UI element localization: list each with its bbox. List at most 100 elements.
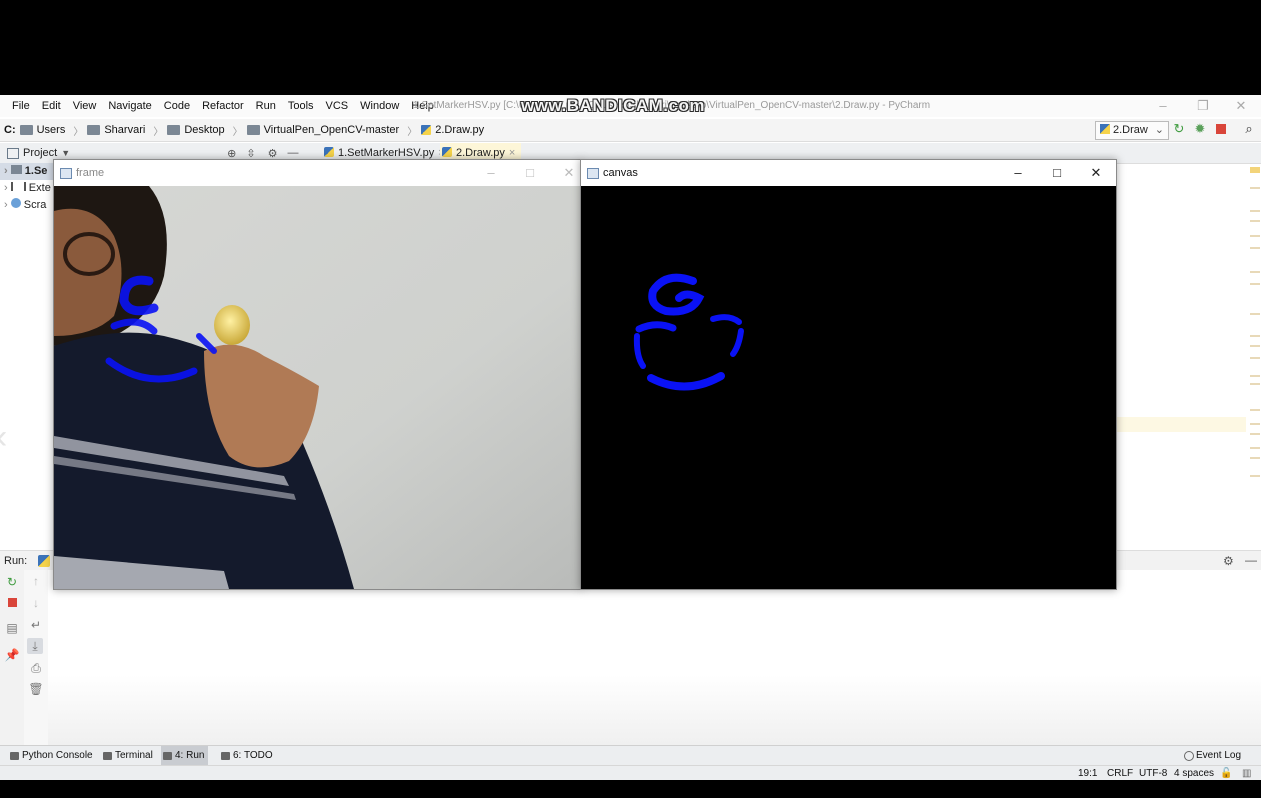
- menu-vcs[interactable]: VCS: [320, 100, 355, 112]
- chevron-right-icon: 〉: [232, 126, 243, 138]
- python-icon: [1100, 124, 1110, 134]
- locate-icon[interactable]: ⊕: [227, 147, 236, 160]
- layout-icon[interactable]: ▤: [4, 620, 20, 636]
- breadcrumb-label: Users: [36, 124, 66, 136]
- breadcrumb-desktop[interactable]: Desktop: [167, 124, 225, 136]
- file-encoding[interactable]: UTF-8: [1139, 766, 1167, 780]
- terminal-tab[interactable]: Terminal: [101, 746, 153, 766]
- menu-refactor[interactable]: Refactor: [196, 100, 250, 112]
- run-console-output[interactable]: [48, 570, 1261, 745]
- restore-icon[interactable]: ❐: [1194, 98, 1212, 114]
- search-icon[interactable]: ⌕: [1242, 122, 1256, 136]
- todo-tab[interactable]: 6: TODO: [219, 746, 273, 766]
- close-icon[interactable]: ✕: [559, 164, 579, 182]
- run-tab[interactable]: 4: Run: [161, 746, 209, 766]
- menu-tools[interactable]: Tools: [282, 100, 320, 112]
- folder-icon: [19, 125, 33, 135]
- minimize-icon[interactable]: –: [1154, 98, 1172, 114]
- pin-icon[interactable]: 📌: [4, 647, 20, 663]
- drawing-canvas[interactable]: [581, 186, 1116, 589]
- scratches-icon: [10, 198, 21, 208]
- menu-navigate[interactable]: Navigate: [102, 100, 157, 112]
- menu-edit[interactable]: Edit: [36, 100, 67, 112]
- menu-view[interactable]: View: [67, 100, 103, 112]
- trash-icon[interactable]: 🗑: [28, 681, 44, 697]
- minimize-icon[interactable]: –: [1008, 164, 1028, 182]
- tool-window-bar: Python Console Terminal 4: Run 6: TODO E…: [0, 745, 1261, 766]
- minimize-icon[interactable]: –: [481, 164, 501, 182]
- gear-icon[interactable]: ⚙: [1223, 554, 1234, 568]
- python-console-icon: [10, 752, 19, 760]
- terminal-icon: [103, 752, 112, 760]
- gear-icon[interactable]: ⚙: [268, 147, 278, 160]
- run-toolbar-primary: ↻ ▤ 📌: [0, 570, 25, 745]
- tab-label: Event Log: [1196, 750, 1242, 761]
- canvas-title: canvas: [603, 167, 638, 179]
- frame-titlebar[interactable]: frame – □ ✕: [54, 160, 581, 186]
- tree-item[interactable]: › Exte: [0, 180, 60, 197]
- scroll-to-end-icon[interactable]: ⤓: [27, 638, 43, 654]
- breadcrumb-label: Desktop: [184, 124, 225, 136]
- editor-error-stripes[interactable]: [1246, 165, 1261, 525]
- canvas-titlebar[interactable]: canvas – □ ✕: [581, 160, 1116, 186]
- chevron-down-icon[interactable]: ▼: [61, 148, 70, 158]
- hide-icon[interactable]: —: [1245, 553, 1257, 567]
- collapse-icon[interactable]: ⇳: [246, 147, 255, 160]
- window-icon: [587, 168, 599, 179]
- frame-window[interactable]: frame – □ ✕: [53, 159, 582, 590]
- chevron-right-icon: ›: [4, 165, 8, 177]
- tab-label: Python Console: [22, 750, 93, 761]
- arrow-down-icon[interactable]: ↓: [28, 595, 44, 611]
- memory-icon[interactable]: ▥: [1242, 766, 1251, 780]
- rerun-icon[interactable]: ↻: [1172, 122, 1186, 136]
- folder-icon: [10, 165, 22, 174]
- project-tree: › 1.Se › Exte › Scra: [0, 163, 60, 543]
- close-icon[interactable]: ✕: [1086, 164, 1106, 182]
- caret-position[interactable]: 19:1: [1078, 766, 1097, 780]
- breadcrumb-project[interactable]: VirtualPen_OpenCV-master: [246, 124, 400, 136]
- drawn-stroke: [633, 273, 744, 391]
- library-icon: [10, 182, 26, 191]
- chevron-right-icon: 〉: [407, 126, 418, 138]
- breadcrumb-sharvari[interactable]: Sharvari: [87, 124, 145, 136]
- menu-run[interactable]: Run: [250, 100, 282, 112]
- tab-label: 6: TODO: [233, 750, 273, 761]
- close-icon[interactable]: ✕: [1232, 98, 1250, 114]
- stop-icon[interactable]: [4, 595, 20, 611]
- stop-icon[interactable]: [1214, 122, 1228, 136]
- indent-setting[interactable]: 4 spaces: [1174, 766, 1214, 780]
- breadcrumb-label: VirtualPen_OpenCV-master: [263, 124, 400, 136]
- maximize-icon[interactable]: □: [1047, 164, 1067, 182]
- project-label[interactable]: Project: [23, 147, 57, 159]
- tree-item[interactable]: › Scra: [0, 197, 60, 214]
- hide-icon[interactable]: —: [287, 147, 298, 159]
- menu-file[interactable]: File: [0, 100, 36, 112]
- soft-wrap-icon[interactable]: ↵: [28, 617, 44, 633]
- maximize-icon[interactable]: □: [520, 164, 540, 182]
- print-icon[interactable]: ⎙: [28, 660, 44, 676]
- folder-icon: [246, 125, 260, 135]
- debug-icon[interactable]: ✹: [1193, 122, 1207, 136]
- lock-icon[interactable]: 🔓: [1220, 766, 1232, 780]
- line-separator[interactable]: CRLF: [1107, 766, 1133, 780]
- breadcrumb-drive[interactable]: C:: [4, 124, 16, 136]
- canvas-window[interactable]: canvas – □ ✕: [580, 159, 1117, 590]
- python-file-icon: [324, 147, 334, 157]
- python-file-icon: [421, 125, 432, 135]
- breadcrumb-file[interactable]: 2.Draw.py: [421, 124, 484, 136]
- folder-icon: [87, 125, 101, 135]
- chevron-left-icon[interactable]: ‹: [0, 420, 7, 454]
- menu-code[interactable]: Code: [158, 100, 196, 112]
- run-config-select[interactable]: 2.Draw ⌄: [1095, 121, 1169, 140]
- tree-item[interactable]: › 1.Se: [0, 163, 60, 180]
- python-console-tab[interactable]: Python Console: [8, 746, 93, 766]
- arrow-up-icon[interactable]: ↑: [28, 573, 44, 589]
- chevron-right-icon: ›: [4, 182, 8, 194]
- event-log-icon: [1184, 751, 1194, 761]
- event-log-tab[interactable]: Event Log: [1182, 746, 1241, 766]
- python-icon[interactable]: [38, 555, 50, 567]
- rerun-icon[interactable]: ↻: [4, 574, 20, 590]
- breadcrumb-users[interactable]: Users: [19, 124, 66, 136]
- menu-window[interactable]: Window: [354, 100, 405, 112]
- close-tab-icon[interactable]: ×: [509, 147, 515, 159]
